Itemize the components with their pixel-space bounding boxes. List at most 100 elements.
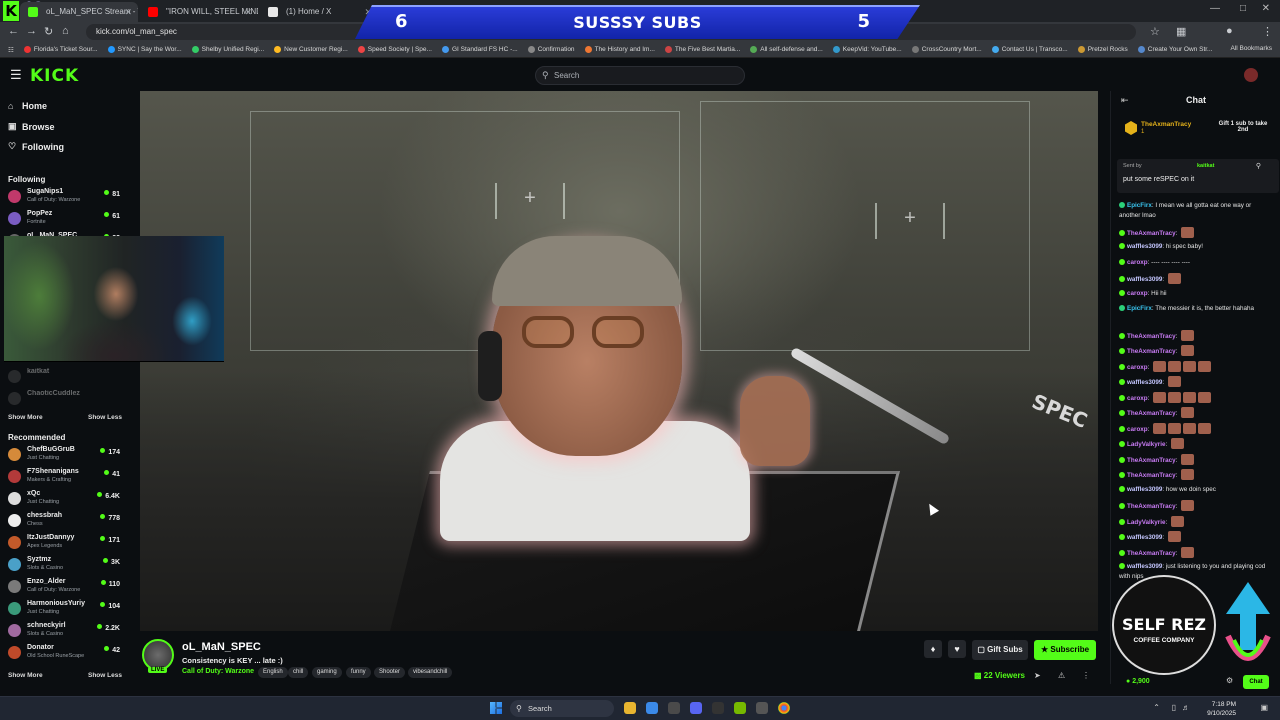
sidebar-channel[interactable]: schneckyirl Slots & Casino 2.2K (8, 621, 120, 641)
more-options-icon[interactable]: ⋮ (1082, 671, 1090, 680)
bookmark-item[interactable]: All self-defense and... (750, 46, 823, 53)
discord-icon[interactable] (690, 702, 702, 714)
follow-button[interactable]: ♥ (948, 640, 966, 658)
show-less-following[interactable]: Show Less (88, 414, 122, 421)
chrome-icon[interactable] (778, 702, 790, 714)
bookmark-item[interactable]: The History and Im... (584, 46, 655, 53)
sidebar-channel[interactable]: ChefBuGGruB Just Chatting 174 (8, 445, 120, 465)
sidebar-nav-home[interactable]: ⌂ Home (8, 101, 47, 111)
chat-username[interactable]: EpicFirx (1127, 305, 1152, 312)
chat-username[interactable]: waffles3099 (1127, 379, 1162, 386)
forward-icon[interactable]: → (26, 25, 37, 37)
bookmark-item[interactable]: Create Your Own Str... (1137, 46, 1212, 53)
chat-username[interactable]: TheAxmanTracy (1127, 503, 1176, 510)
bookmark-item[interactable]: Shelby Unified Regi... (191, 46, 264, 53)
tray-chevron-icon[interactable]: ⌃ (1153, 703, 1160, 712)
chat-username[interactable]: caroxp (1127, 426, 1148, 433)
stream-tag[interactable]: Shooter (374, 667, 406, 678)
chat-username[interactable]: TheAxmanTracy (1127, 410, 1176, 417)
obs-icon[interactable] (756, 702, 768, 714)
stream-tag[interactable]: English (258, 667, 288, 678)
network-icon[interactable]: ▯ (1172, 703, 1176, 712)
bookmark-star-icon[interactable]: ☆ (1150, 25, 1160, 38)
tab-close-icon[interactable]: ✕ (124, 2, 132, 22)
chat-username[interactable]: TheAxmanTracy (1127, 333, 1176, 340)
sidebar-channel[interactable]: xQc Just Chatting 6.4K (8, 489, 120, 509)
app-icon[interactable] (668, 702, 680, 714)
sidebar-channel[interactable]: SugaNips1 Call of Duty: Warzone 81 (8, 187, 120, 207)
kick-logo[interactable]: KICK (30, 66, 79, 86)
channel-name[interactable]: oL_MaN_SPEC (182, 641, 261, 653)
chat-username[interactable]: EpicFirx (1127, 202, 1152, 209)
bookmark-item[interactable]: Contact Us | Transco... (991, 46, 1068, 53)
bookmark-item[interactable]: Pretzel Rocks (1077, 46, 1128, 53)
chat-username[interactable]: caroxp (1127, 290, 1148, 297)
apps-grid-icon[interactable]: ☷ (8, 46, 14, 54)
chat-username[interactable]: waffles3099 (1127, 486, 1162, 493)
chat-settings-icon[interactable]: ⚙ (1226, 676, 1233, 685)
chat-username[interactable]: waffles3099 (1127, 276, 1162, 283)
show-more-following[interactable]: Show More (8, 414, 43, 421)
chat-username[interactable]: LadyValkyrie (1127, 519, 1166, 526)
show-less-recommended[interactable]: Show Less (88, 672, 122, 679)
taskbar-search[interactable]: ⚲ Search (510, 700, 614, 717)
sidebar-channel[interactable]: Donator Old School RuneScape 42 (8, 643, 120, 663)
notification-bell-button[interactable]: ♦ (924, 640, 942, 658)
pinned-message[interactable]: Sent by kaitkat ⚲ put some reSPEC on it (1117, 159, 1279, 193)
reload-icon[interactable]: ↻ (44, 25, 53, 38)
chat-username[interactable]: TheAxmanTracy (1127, 348, 1176, 355)
taskbar-clock[interactable]: 7:18 PM 9/10/2025 (1207, 700, 1236, 718)
gift-subs-button[interactable]: ▢ Gift Subs (972, 640, 1028, 660)
bookmark-item[interactable]: New Customer Regi... (274, 46, 348, 53)
chat-username[interactable]: waffles3099 (1127, 534, 1162, 541)
profile-icon[interactable]: ● (1226, 25, 1233, 37)
chat-send-button[interactable]: Chat (1243, 675, 1269, 689)
extensions-icon[interactable]: ▦ (1176, 25, 1186, 38)
search-input[interactable]: ⚲ Search (535, 66, 745, 85)
volume-icon[interactable]: ♬ (1182, 703, 1190, 712)
bookmark-item[interactable]: GI Standard FS HC -... (441, 46, 518, 53)
sidebar-channel[interactable]: chessbrah Chess 778 (8, 511, 120, 531)
sidebar-channel[interactable]: kaitkat (8, 367, 120, 387)
stream-category[interactable]: Call of Duty: Warzone (182, 668, 254, 675)
sidebar-channel[interactable]: ItzJustDannyy Apex Legends 171 (8, 533, 120, 553)
browser-menu-icon[interactable]: ⋮ (1262, 25, 1273, 38)
pin-icon[interactable]: ⚲ (1256, 162, 1261, 170)
notification-icon[interactable]: ▣ (1260, 703, 1268, 712)
sidebar-channel[interactable]: Syztmz Slots & Casino 3K (8, 555, 120, 575)
bookmark-item[interactable]: Confirmation (527, 46, 575, 53)
file-explorer-icon[interactable] (624, 702, 636, 714)
chat-username[interactable]: caroxp (1127, 395, 1148, 402)
bookmark-item[interactable]: The Five Best Martia... (664, 46, 740, 53)
stream-tag[interactable]: chill (288, 667, 309, 678)
chat-username[interactable]: TheAxmanTracy (1127, 457, 1176, 464)
bookmark-item[interactable]: SYNC | Say the Wor... (107, 46, 182, 53)
report-icon[interactable]: ⚠ (1058, 671, 1065, 680)
chat-username[interactable]: caroxp (1127, 364, 1148, 371)
terminal-icon[interactable] (712, 702, 724, 714)
sidebar-channel[interactable]: PopPez Fortnite 61 (8, 209, 120, 229)
bookmark-item[interactable]: CrossCountry Mort... (911, 46, 982, 53)
nvidia-icon[interactable] (734, 702, 746, 714)
chat-username[interactable]: LadyValkyrie (1127, 441, 1166, 448)
chat-username[interactable]: TheAxmanTracy (1127, 472, 1176, 479)
bookmark-item[interactable]: Speed Society | Spe... (357, 46, 432, 53)
sidebar-channel[interactable]: F7Shenanigans Makers & Crafting 41 (8, 467, 120, 487)
stream-tag[interactable]: gaming (312, 667, 342, 678)
chat-username[interactable]: caroxp (1127, 259, 1148, 266)
sidebar-channel[interactable]: ChaoticCuddlez (8, 389, 120, 409)
hamburger-menu-icon[interactable]: ☰ (10, 67, 22, 83)
video-player[interactable]: SPEC (140, 91, 1098, 631)
channel-points[interactable]: ● 2,900 (1126, 678, 1150, 685)
maximize-icon[interactable]: □ (1240, 3, 1246, 14)
chat-username[interactable]: TheAxmanTracy (1127, 550, 1176, 557)
close-window-icon[interactable]: ✕ (1262, 3, 1270, 14)
browser-tab[interactable]: "IRON WILL, STEEL MIND" ✕ (140, 2, 258, 22)
chat-username[interactable]: waffles3099 (1127, 563, 1162, 570)
subscribe-button[interactable]: ★ Subscribe (1034, 640, 1096, 660)
browser-tab[interactable]: oL_MaN_SPEC Stream - Watch✕ (20, 2, 138, 22)
windows-start-icon[interactable] (490, 702, 502, 714)
sidebar-nav-browse[interactable]: ▣ Browse (8, 121, 55, 132)
gift-leaderboard[interactable]: TheAxmanTracy 1 Gift 1 sub to take 2nd (1119, 119, 1277, 141)
sidebar-nav-following[interactable]: ♡ Following (8, 141, 64, 152)
